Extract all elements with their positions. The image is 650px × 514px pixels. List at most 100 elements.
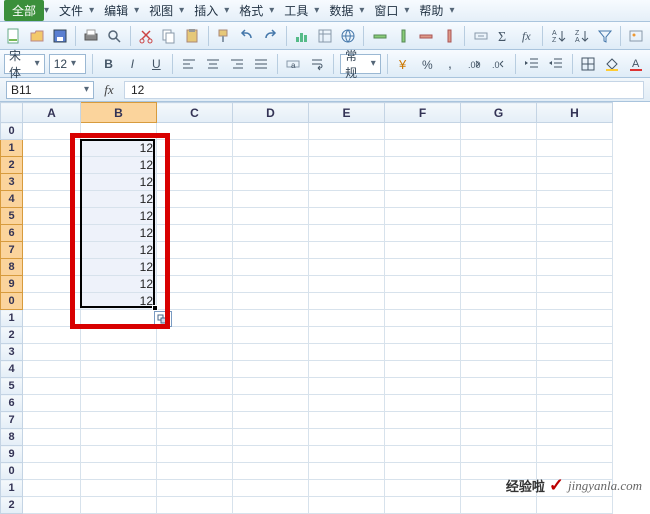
cell[interactable] <box>385 259 461 276</box>
cell[interactable] <box>23 242 81 259</box>
cell[interactable] <box>385 497 461 514</box>
font-color-icon[interactable]: A <box>626 53 646 75</box>
fill-color-icon[interactable] <box>602 53 622 75</box>
cell[interactable] <box>537 412 613 429</box>
cell[interactable] <box>309 310 385 327</box>
cell[interactable] <box>81 327 157 344</box>
new-doc-icon[interactable] <box>4 25 23 47</box>
cell[interactable] <box>385 157 461 174</box>
cell[interactable] <box>157 157 233 174</box>
border-icon[interactable] <box>579 53 599 75</box>
cell[interactable] <box>537 140 613 157</box>
cell[interactable] <box>461 276 537 293</box>
cell[interactable] <box>461 446 537 463</box>
percent-icon[interactable]: % <box>418 53 438 75</box>
cell[interactable] <box>385 463 461 480</box>
cell[interactable] <box>233 242 309 259</box>
cell[interactable] <box>23 276 81 293</box>
cell[interactable] <box>233 446 309 463</box>
merge-cells-icon[interactable] <box>471 25 490 47</box>
cell[interactable] <box>461 361 537 378</box>
row-header[interactable]: 2 <box>1 327 23 344</box>
cell[interactable] <box>385 242 461 259</box>
cell[interactable] <box>81 463 157 480</box>
align-center-icon[interactable] <box>203 53 223 75</box>
cell[interactable] <box>309 327 385 344</box>
cell[interactable] <box>157 225 233 242</box>
cell[interactable] <box>23 344 81 361</box>
cell[interactable] <box>309 480 385 497</box>
row-header[interactable]: 8 <box>1 259 23 276</box>
cell[interactable] <box>461 497 537 514</box>
row-header[interactable]: 1 <box>1 140 23 157</box>
cell[interactable] <box>537 395 613 412</box>
cell[interactable] <box>385 327 461 344</box>
cell[interactable] <box>233 412 309 429</box>
row-header[interactable]: 1 <box>1 310 23 327</box>
cell[interactable] <box>385 480 461 497</box>
paste-icon[interactable] <box>183 25 202 47</box>
bold-icon[interactable]: B <box>99 53 119 75</box>
select-all-corner[interactable] <box>1 103 23 123</box>
cell[interactable] <box>233 361 309 378</box>
cell[interactable] <box>233 497 309 514</box>
cell[interactable] <box>233 327 309 344</box>
comma-icon[interactable]: , <box>441 53 461 75</box>
cell[interactable] <box>309 412 385 429</box>
row-header[interactable]: 2 <box>1 497 23 514</box>
col-header-H[interactable]: H <box>537 103 613 123</box>
cell[interactable] <box>233 123 309 140</box>
cell[interactable] <box>461 191 537 208</box>
cell[interactable] <box>461 327 537 344</box>
cell[interactable] <box>23 361 81 378</box>
inc-decimal-icon[interactable]: .00 <box>465 53 485 75</box>
cell[interactable] <box>537 276 613 293</box>
cell[interactable] <box>157 276 233 293</box>
cell[interactable] <box>81 361 157 378</box>
cell[interactable] <box>23 293 81 310</box>
cell[interactable] <box>537 242 613 259</box>
cell[interactable] <box>385 140 461 157</box>
cell[interactable] <box>385 208 461 225</box>
cell[interactable] <box>537 225 613 242</box>
cell[interactable] <box>23 140 81 157</box>
cell[interactable] <box>23 208 81 225</box>
cell[interactable] <box>309 293 385 310</box>
cell[interactable] <box>81 123 157 140</box>
cell[interactable]: 12 <box>81 208 157 225</box>
cell[interactable] <box>537 446 613 463</box>
menu-all[interactable]: 全部 <box>4 0 44 21</box>
filter-icon[interactable] <box>595 25 614 47</box>
cell[interactable] <box>461 378 537 395</box>
cell[interactable] <box>309 497 385 514</box>
col-header-E[interactable]: E <box>309 103 385 123</box>
row-header[interactable]: 1 <box>1 480 23 497</box>
cell[interactable] <box>309 242 385 259</box>
dec-indent-icon[interactable] <box>522 53 542 75</box>
cut-icon[interactable] <box>137 25 156 47</box>
cell[interactable] <box>157 259 233 276</box>
format-painter-icon[interactable] <box>215 25 234 47</box>
print-preview-icon[interactable] <box>105 25 124 47</box>
cell[interactable]: 12 <box>81 191 157 208</box>
cell[interactable] <box>23 123 81 140</box>
cell[interactable] <box>23 412 81 429</box>
cell[interactable] <box>23 327 81 344</box>
cell[interactable] <box>537 157 613 174</box>
row-header[interactable]: 6 <box>1 225 23 242</box>
menu-edit[interactable]: 编辑 <box>98 0 134 21</box>
currency-icon[interactable]: ¥ <box>394 53 414 75</box>
cell[interactable]: 12 <box>81 242 157 259</box>
cell[interactable] <box>23 191 81 208</box>
sort-asc-icon[interactable]: AZ <box>549 25 568 47</box>
col-header-D[interactable]: D <box>233 103 309 123</box>
formula-bar[interactable]: 12 <box>124 81 644 99</box>
cell[interactable] <box>157 361 233 378</box>
col-header-G[interactable]: G <box>461 103 537 123</box>
cell[interactable] <box>537 344 613 361</box>
cell[interactable] <box>81 310 157 327</box>
cell[interactable] <box>309 208 385 225</box>
row-header[interactable]: 8 <box>1 429 23 446</box>
row-header[interactable]: 7 <box>1 242 23 259</box>
cell[interactable] <box>157 208 233 225</box>
